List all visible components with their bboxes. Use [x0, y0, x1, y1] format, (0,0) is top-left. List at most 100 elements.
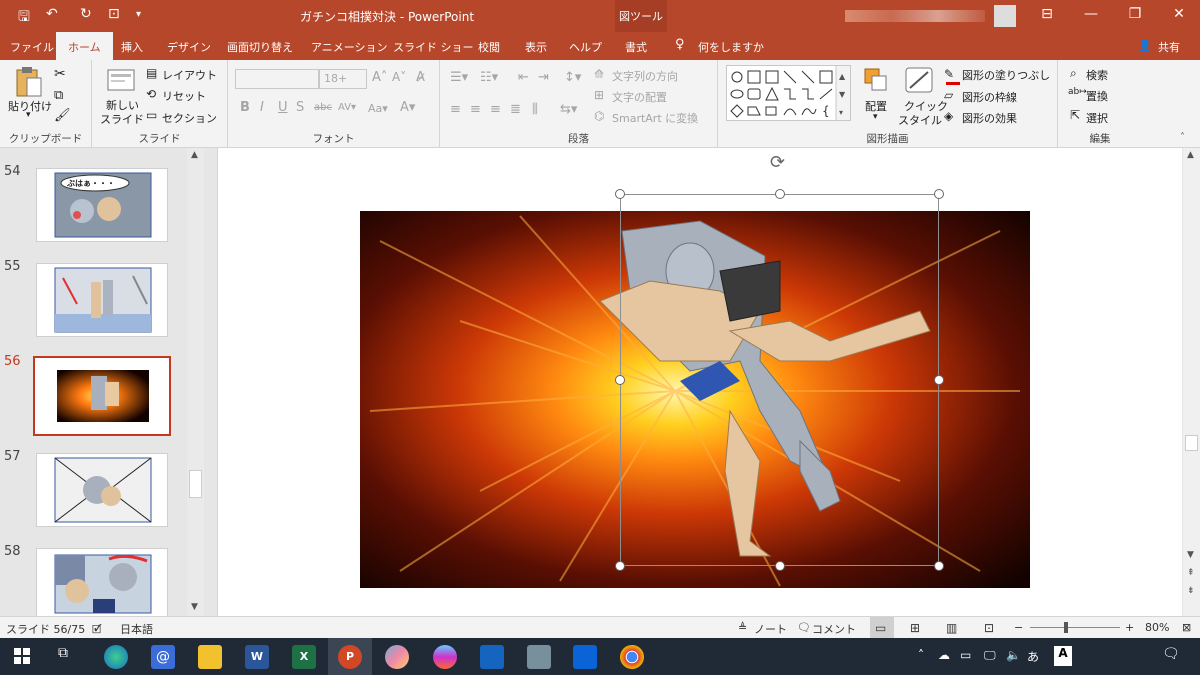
replace-button[interactable]: 置換 [1086, 88, 1108, 104]
paint-icon[interactable] [385, 645, 409, 669]
align-text-button[interactable]: 文字の配置 [612, 89, 667, 105]
thumbnail-scroll-thumb[interactable] [189, 470, 202, 498]
zoom-level[interactable]: 80% [1145, 621, 1169, 634]
word-icon[interactable]: W [245, 645, 269, 669]
save-icon[interactable]: 🖫 [18, 6, 30, 30]
slide-thumbnail-56[interactable] [33, 356, 171, 436]
slide-thumbnail-58[interactable] [36, 548, 168, 622]
maximize-icon[interactable]: ❐ [1120, 6, 1150, 22]
resize-handle[interactable] [615, 189, 625, 199]
fit-to-window-icon[interactable]: ⊠ [1182, 621, 1191, 634]
next-slide-icon[interactable]: ⇟ [1187, 586, 1195, 596]
tell-me-search[interactable]: 何をしますか [698, 39, 764, 55]
notes-icon[interactable]: ≜ [738, 621, 747, 634]
zoom-slider-thumb[interactable] [1064, 622, 1068, 633]
paragraph-direction-icon[interactable]: ⇆▾ [560, 102, 577, 117]
color-picker-icon[interactable] [433, 645, 457, 669]
comments-icon[interactable]: 🗨 [797, 621, 811, 634]
thumbnail-scrollbar[interactable]: ▲ ▼ [187, 148, 204, 616]
canvas-scroll-up-icon[interactable]: ▲ [1187, 150, 1194, 160]
adobe-icon[interactable]: A [1054, 646, 1072, 666]
align-left-icon[interactable]: ≡ [450, 102, 461, 117]
volume-icon[interactable]: 🔈 [1006, 648, 1021, 662]
reading-view-icon[interactable]: ▥ [946, 621, 957, 635]
resize-handle[interactable] [934, 375, 944, 385]
strikethrough-icon[interactable]: abc [314, 102, 332, 113]
new-slide-icon[interactable] [106, 66, 136, 94]
security-icon[interactable] [480, 645, 504, 669]
tab-transitions[interactable]: 画面切り替え [227, 39, 293, 55]
grow-font-icon[interactable]: A˄ [372, 70, 387, 85]
slide-thumbnail-57[interactable] [36, 453, 168, 527]
section-button[interactable]: セクション [162, 110, 217, 126]
font-size-select[interactable]: 18+ [319, 69, 367, 89]
zoom-out-button[interactable]: − [1014, 621, 1023, 634]
new-slide-line2[interactable]: スライド [100, 111, 144, 127]
avatar[interactable] [994, 5, 1016, 27]
task-view-icon[interactable]: ⧉ [58, 645, 68, 661]
slide-thumbnail-54[interactable]: ぶはぁ・・・ [36, 168, 168, 242]
resize-handle[interactable] [775, 561, 785, 571]
minimize-icon[interactable]: — [1076, 6, 1106, 22]
format-painter-icon[interactable]: 🖌 [54, 108, 71, 123]
shrink-font-icon[interactable]: A˅ [392, 70, 406, 84]
layout-button[interactable]: レイアウト [162, 67, 217, 83]
excel-icon[interactable]: X [292, 645, 316, 669]
char-spacing-icon[interactable]: AV▾ [338, 102, 356, 113]
arrange-icon[interactable] [862, 66, 890, 94]
line-spacing-icon[interactable]: ↕▾ [564, 70, 581, 85]
align-center-icon[interactable]: ≡ [470, 102, 481, 117]
slideshow-icon[interactable]: ⊡ [984, 621, 994, 635]
windows-start-icon[interactable] [12, 645, 36, 669]
increase-indent-icon[interactable]: ⇥ [538, 70, 549, 85]
comments-button[interactable]: コメント [812, 621, 856, 637]
canvas-scrollbar[interactable]: ▲ ▼ ⇞ ⇟ [1183, 148, 1200, 616]
tab-slideshow[interactable]: スライド ショー [393, 39, 474, 55]
undo-icon[interactable]: ↶ [46, 6, 58, 22]
presenter-icon[interactable]: ⊡ [108, 6, 120, 22]
columns-icon[interactable]: ⫼ [532, 102, 538, 117]
picture-selection-box[interactable] [620, 194, 939, 566]
quick-style-line2[interactable]: スタイル [898, 112, 942, 128]
scroll-up-icon[interactable]: ▲ [191, 150, 198, 160]
tab-insert[interactable]: 挿入 [121, 39, 143, 55]
resize-handle[interactable] [934, 561, 944, 571]
previous-slide-icon[interactable]: ⇞ [1187, 568, 1195, 578]
notification-icon[interactable]: 🗨 [1162, 646, 1180, 662]
clear-format-icon[interactable]: A̷ [416, 70, 425, 85]
tab-animations[interactable]: アニメーション [311, 39, 388, 55]
copy-icon[interactable]: ⧉ [54, 88, 63, 103]
cut-icon[interactable]: ✂ [54, 66, 66, 82]
edge-icon[interactable] [104, 645, 128, 669]
notes-button[interactable]: ノート [754, 621, 787, 637]
shapes-gallery[interactable]: { ▲ ▼ ▾ [726, 65, 851, 121]
share-button[interactable]: 共有 [1158, 39, 1180, 55]
share-icon[interactable]: 👤 [1138, 39, 1152, 52]
resize-handle[interactable] [615, 375, 625, 385]
smartart-button[interactable]: SmartArt に変換 [612, 110, 698, 126]
font-color-icon[interactable]: A▾ [400, 100, 415, 115]
italic-icon[interactable]: I [260, 100, 264, 115]
ribbon-display-icon[interactable]: ⊟ [1032, 6, 1062, 22]
tab-design[interactable]: デザイン [167, 39, 211, 55]
rotate-handle-icon[interactable]: ⟳ [770, 152, 785, 173]
calculator-icon[interactable] [527, 645, 551, 669]
quick-styles-icon[interactable] [904, 66, 934, 94]
resize-handle[interactable] [775, 189, 785, 199]
find-button[interactable]: 検索 [1086, 67, 1108, 83]
mail-menu-icon[interactable]: @ [151, 645, 175, 669]
underline-icon[interactable]: U [278, 100, 288, 115]
scroll-down-icon[interactable]: ▼ [191, 602, 198, 612]
paste-icon[interactable] [14, 66, 44, 98]
resize-handle[interactable] [615, 561, 625, 571]
show-hidden-icons[interactable]: ˄ [918, 648, 924, 662]
shape-fill-button[interactable]: 図形の塗りつぶし [962, 67, 1050, 83]
shape-outline-button[interactable]: 図形の枠線 [962, 89, 1017, 105]
shadow-icon[interactable]: S [296, 100, 304, 115]
resize-handle[interactable] [934, 189, 944, 199]
align-right-icon[interactable]: ≡ [490, 102, 501, 117]
decrease-indent-icon[interactable]: ⇤ [518, 70, 529, 85]
canvas-scroll-thumb[interactable] [1185, 435, 1198, 451]
canvas-scroll-down-icon[interactable]: ▼ [1187, 550, 1194, 560]
bold-icon[interactable]: B [240, 100, 250, 115]
